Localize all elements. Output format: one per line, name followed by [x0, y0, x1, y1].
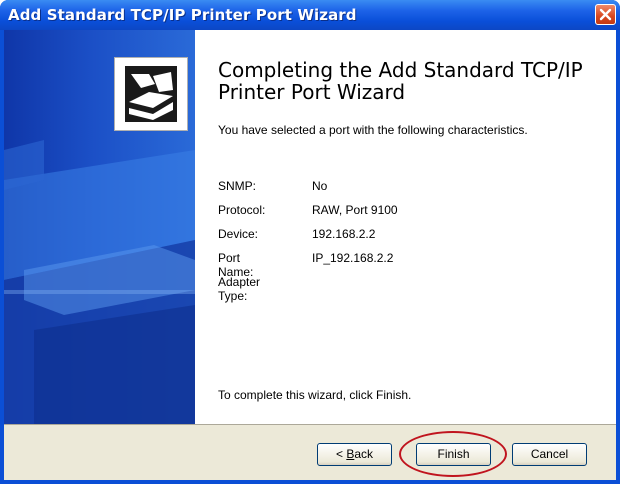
back-button-label: ack	[354, 447, 374, 461]
property-value: RAW, Port 9100	[312, 203, 398, 217]
property-value: No	[312, 179, 328, 193]
window-title: Add Standard TCP/IP Printer Port Wizard	[8, 6, 357, 24]
back-button-prefix: <	[335, 447, 347, 461]
intro-text: You have selected a port with the follow…	[218, 123, 528, 137]
title-bar[interactable]: Add Standard TCP/IP Printer Port Wizard	[0, 0, 620, 30]
property-value: 192.168.2.2	[312, 227, 376, 241]
complete-instruction: To complete this wizard, click Finish.	[218, 388, 412, 402]
property-value: IP_192.168.2.2	[312, 251, 394, 265]
wizard-client-area: Completing the Add Standard TCP/IP Print…	[4, 30, 616, 480]
wizard-window: Add Standard TCP/IP Printer Port Wizard	[0, 0, 620, 484]
close-icon	[599, 8, 612, 21]
finish-button[interactable]: Finish	[416, 443, 491, 466]
printer-wizard-icon	[114, 57, 188, 131]
wizard-side-panel	[4, 30, 195, 424]
close-button[interactable]	[595, 4, 616, 25]
property-label: Protocol:	[218, 203, 266, 217]
back-button[interactable]: < Back	[317, 443, 392, 466]
wizard-heading: Completing the Add Standard TCP/IP Print…	[218, 58, 583, 104]
property-label: Device:	[218, 227, 259, 241]
cancel-button[interactable]: Cancel	[512, 443, 587, 466]
property-label: Adapter Type:	[218, 275, 261, 303]
property-label: SNMP:	[218, 179, 257, 193]
button-bar: < Back Finish Cancel	[4, 425, 616, 480]
